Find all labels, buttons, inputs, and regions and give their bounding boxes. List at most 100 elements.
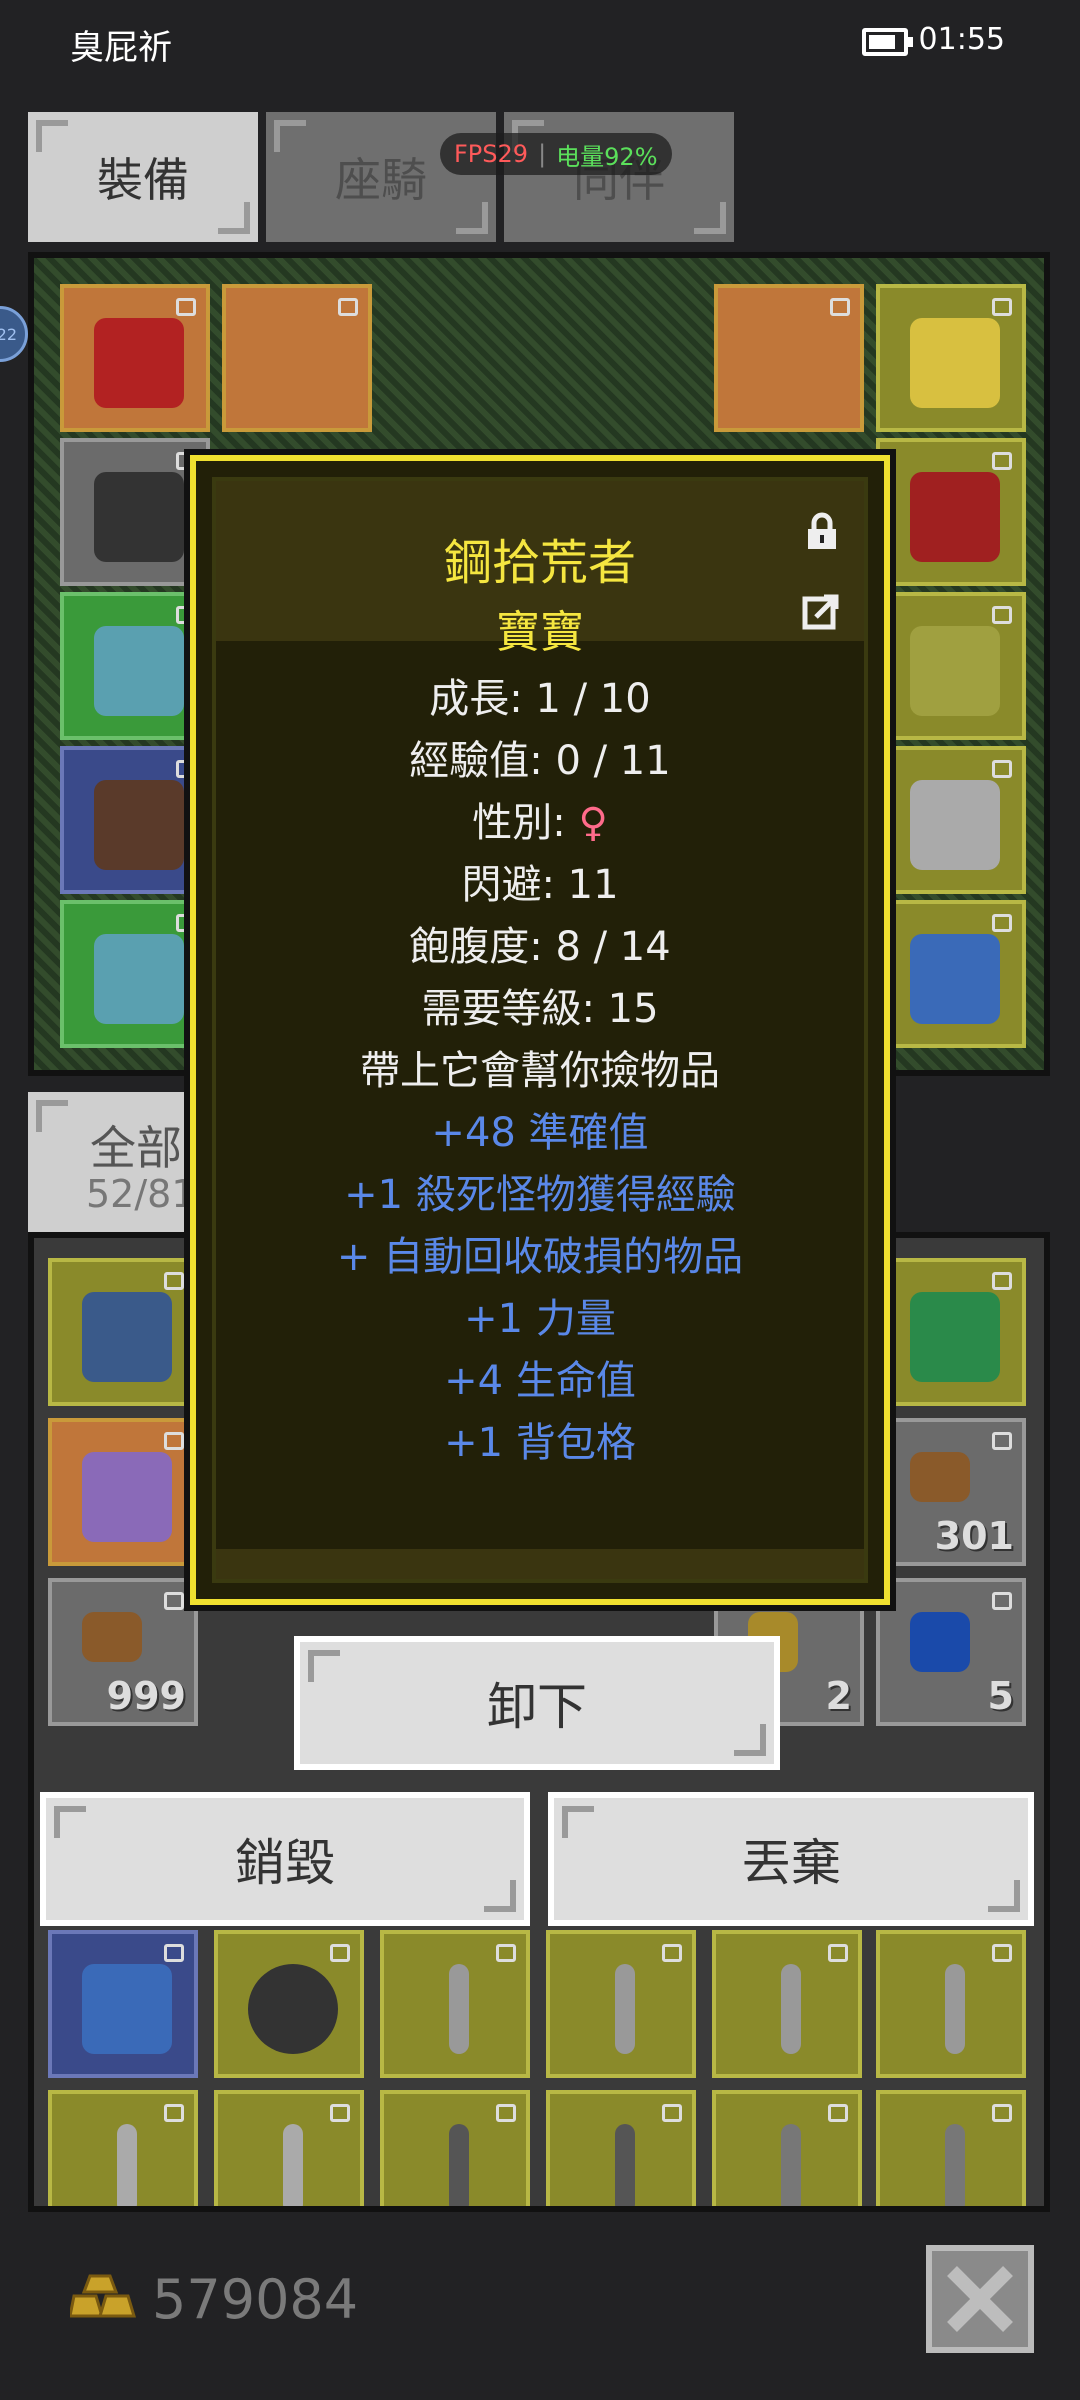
bonus-strength: +1 力量 bbox=[464, 1296, 616, 1342]
side-bubble[interactable]: 22 bbox=[0, 306, 28, 362]
corner-decoration bbox=[734, 1724, 766, 1756]
equip-slot-ring-1[interactable] bbox=[876, 438, 1026, 586]
tab-mount[interactable]: 座騎 bbox=[266, 112, 496, 242]
unequip-button[interactable]: 卸下 bbox=[294, 1636, 780, 1770]
equip-slot-offhand[interactable] bbox=[714, 284, 864, 432]
equip-slot-ring-2[interactable] bbox=[876, 592, 1026, 740]
inventory-slot[interactable] bbox=[214, 2090, 364, 2206]
inventory-slot[interactable] bbox=[712, 1930, 862, 2078]
gold-coins-icon bbox=[70, 2274, 136, 2318]
lock-icon bbox=[338, 298, 358, 316]
equip-slot-book[interactable] bbox=[876, 900, 1026, 1048]
drop-button[interactable]: 丟棄 bbox=[548, 1792, 1034, 1926]
battery-icon bbox=[862, 28, 913, 56]
unequip-label: 卸下 bbox=[487, 1678, 587, 1736]
destroy-label: 銷毀 bbox=[235, 1834, 335, 1892]
lock-icon[interactable] bbox=[802, 511, 842, 551]
sword-icon bbox=[615, 1964, 635, 2054]
corner-decoration bbox=[218, 202, 250, 234]
bow-icon bbox=[945, 2124, 965, 2206]
inventory-count: 52/81 bbox=[86, 1172, 196, 1216]
stat-experience: 經驗值: 0 / 11 bbox=[409, 738, 671, 784]
inventory-tab-label: 全部 bbox=[90, 1121, 182, 1175]
lock-icon bbox=[164, 1592, 184, 1610]
item-quantity: 301 bbox=[934, 1514, 1014, 1558]
item-quantity: 999 bbox=[106, 1674, 186, 1718]
equip-slot-armor[interactable] bbox=[60, 438, 210, 586]
inventory-slot[interactable] bbox=[876, 1258, 1026, 1406]
tooltip-header: 鋼拾荒者 寶寶 bbox=[216, 481, 864, 658]
lock-icon bbox=[992, 1272, 1012, 1290]
inventory-slot[interactable] bbox=[214, 1930, 364, 2078]
tab-label: 裝備 bbox=[97, 153, 189, 207]
lock-icon bbox=[164, 1944, 184, 1962]
inventory-slot[interactable] bbox=[48, 2090, 198, 2206]
gold-amount: 579084 bbox=[152, 2268, 359, 2331]
inventory-tab-all[interactable]: 全部 52/81 bbox=[28, 1092, 198, 1232]
corner-decoration bbox=[36, 120, 68, 152]
gloves-icon bbox=[94, 626, 184, 716]
dagger-icon bbox=[283, 2124, 303, 2206]
equip-slot-weapon[interactable] bbox=[222, 284, 372, 432]
lock-icon bbox=[828, 2104, 848, 2122]
fps-counter: FPS29 bbox=[454, 140, 529, 168]
lock-icon bbox=[992, 760, 1012, 778]
inventory-slot[interactable] bbox=[546, 1930, 696, 2078]
bow-icon bbox=[781, 2124, 801, 2206]
inventory-slot[interactable] bbox=[48, 1418, 198, 1566]
armor-icon bbox=[94, 472, 184, 562]
share-icon[interactable] bbox=[802, 591, 842, 631]
lock-icon bbox=[992, 452, 1012, 470]
sword-icon bbox=[945, 1964, 965, 2054]
corner-decoration bbox=[36, 1100, 68, 1132]
bonus-auto-recycle: + 自動回收破損的物品 bbox=[336, 1234, 744, 1280]
stat-satiety: 飽腹度: 8 / 14 bbox=[409, 924, 671, 970]
equip-slot-necklace[interactable] bbox=[876, 284, 1026, 432]
tooltip-footer bbox=[216, 1549, 864, 1579]
status-time: 01:55 bbox=[918, 22, 1005, 57]
inventory-slot[interactable]: 301 bbox=[876, 1418, 1026, 1566]
inventory-slot[interactable] bbox=[380, 2090, 530, 2206]
inventory-slot[interactable] bbox=[876, 2090, 1026, 2206]
bonus-bag-slot: +1 背包格 bbox=[444, 1420, 636, 1466]
equip-slot-pet[interactable] bbox=[876, 746, 1026, 894]
item-type: 寶寶 bbox=[496, 607, 584, 658]
inventory-slot[interactable]: 999 bbox=[48, 1578, 198, 1726]
bonus-exp: +1 殺死怪物獲得經驗 bbox=[344, 1172, 736, 1218]
close-icon bbox=[947, 2266, 1013, 2332]
lock-icon bbox=[164, 1272, 184, 1290]
performance-overlay: FPS29 | 电量92% bbox=[440, 133, 672, 175]
overlay-separator: | bbox=[538, 140, 547, 168]
stat-required-level: 需要等級: 15 bbox=[421, 986, 659, 1032]
mace-icon bbox=[615, 2124, 635, 2206]
equip-slot-boots[interactable] bbox=[60, 746, 210, 894]
inventory-slot[interactable] bbox=[876, 1930, 1026, 2078]
sword-icon bbox=[781, 1964, 801, 2054]
stat-dodge: 閃避: 11 bbox=[461, 862, 619, 908]
equip-slot-belt[interactable] bbox=[60, 900, 210, 1048]
gem-icon bbox=[910, 1612, 970, 1672]
lock-icon bbox=[830, 298, 850, 316]
stat-description: 帶上它會幫你撿物品 bbox=[360, 1048, 720, 1094]
battery-percent: 电量92% bbox=[556, 142, 658, 171]
inventory-slot[interactable]: 5 bbox=[876, 1578, 1026, 1726]
tab-equipment[interactable]: 裝備 bbox=[28, 112, 258, 242]
lock-icon bbox=[662, 2104, 682, 2122]
inventory-slot[interactable] bbox=[48, 1930, 198, 2078]
spiked-ball-icon bbox=[248, 1964, 338, 2054]
inventory-slot[interactable] bbox=[380, 1930, 530, 2078]
lock-icon bbox=[164, 2104, 184, 2122]
inventory-slot[interactable] bbox=[546, 2090, 696, 2206]
drop-label: 丟棄 bbox=[741, 1834, 841, 1892]
inventory-slot[interactable] bbox=[48, 1258, 198, 1406]
mace-icon bbox=[449, 2124, 469, 2206]
tab-companion[interactable]: 同伴 bbox=[504, 112, 734, 242]
book-icon bbox=[910, 934, 1000, 1024]
destroy-button[interactable]: 銷毀 bbox=[40, 1792, 530, 1926]
close-button[interactable] bbox=[926, 2245, 1034, 2353]
equip-slot-helmet[interactable] bbox=[60, 284, 210, 432]
lock-icon bbox=[330, 2104, 350, 2122]
equip-slot-gloves[interactable] bbox=[60, 592, 210, 740]
inventory-slot[interactable] bbox=[712, 2090, 862, 2206]
lock-icon bbox=[176, 298, 196, 316]
